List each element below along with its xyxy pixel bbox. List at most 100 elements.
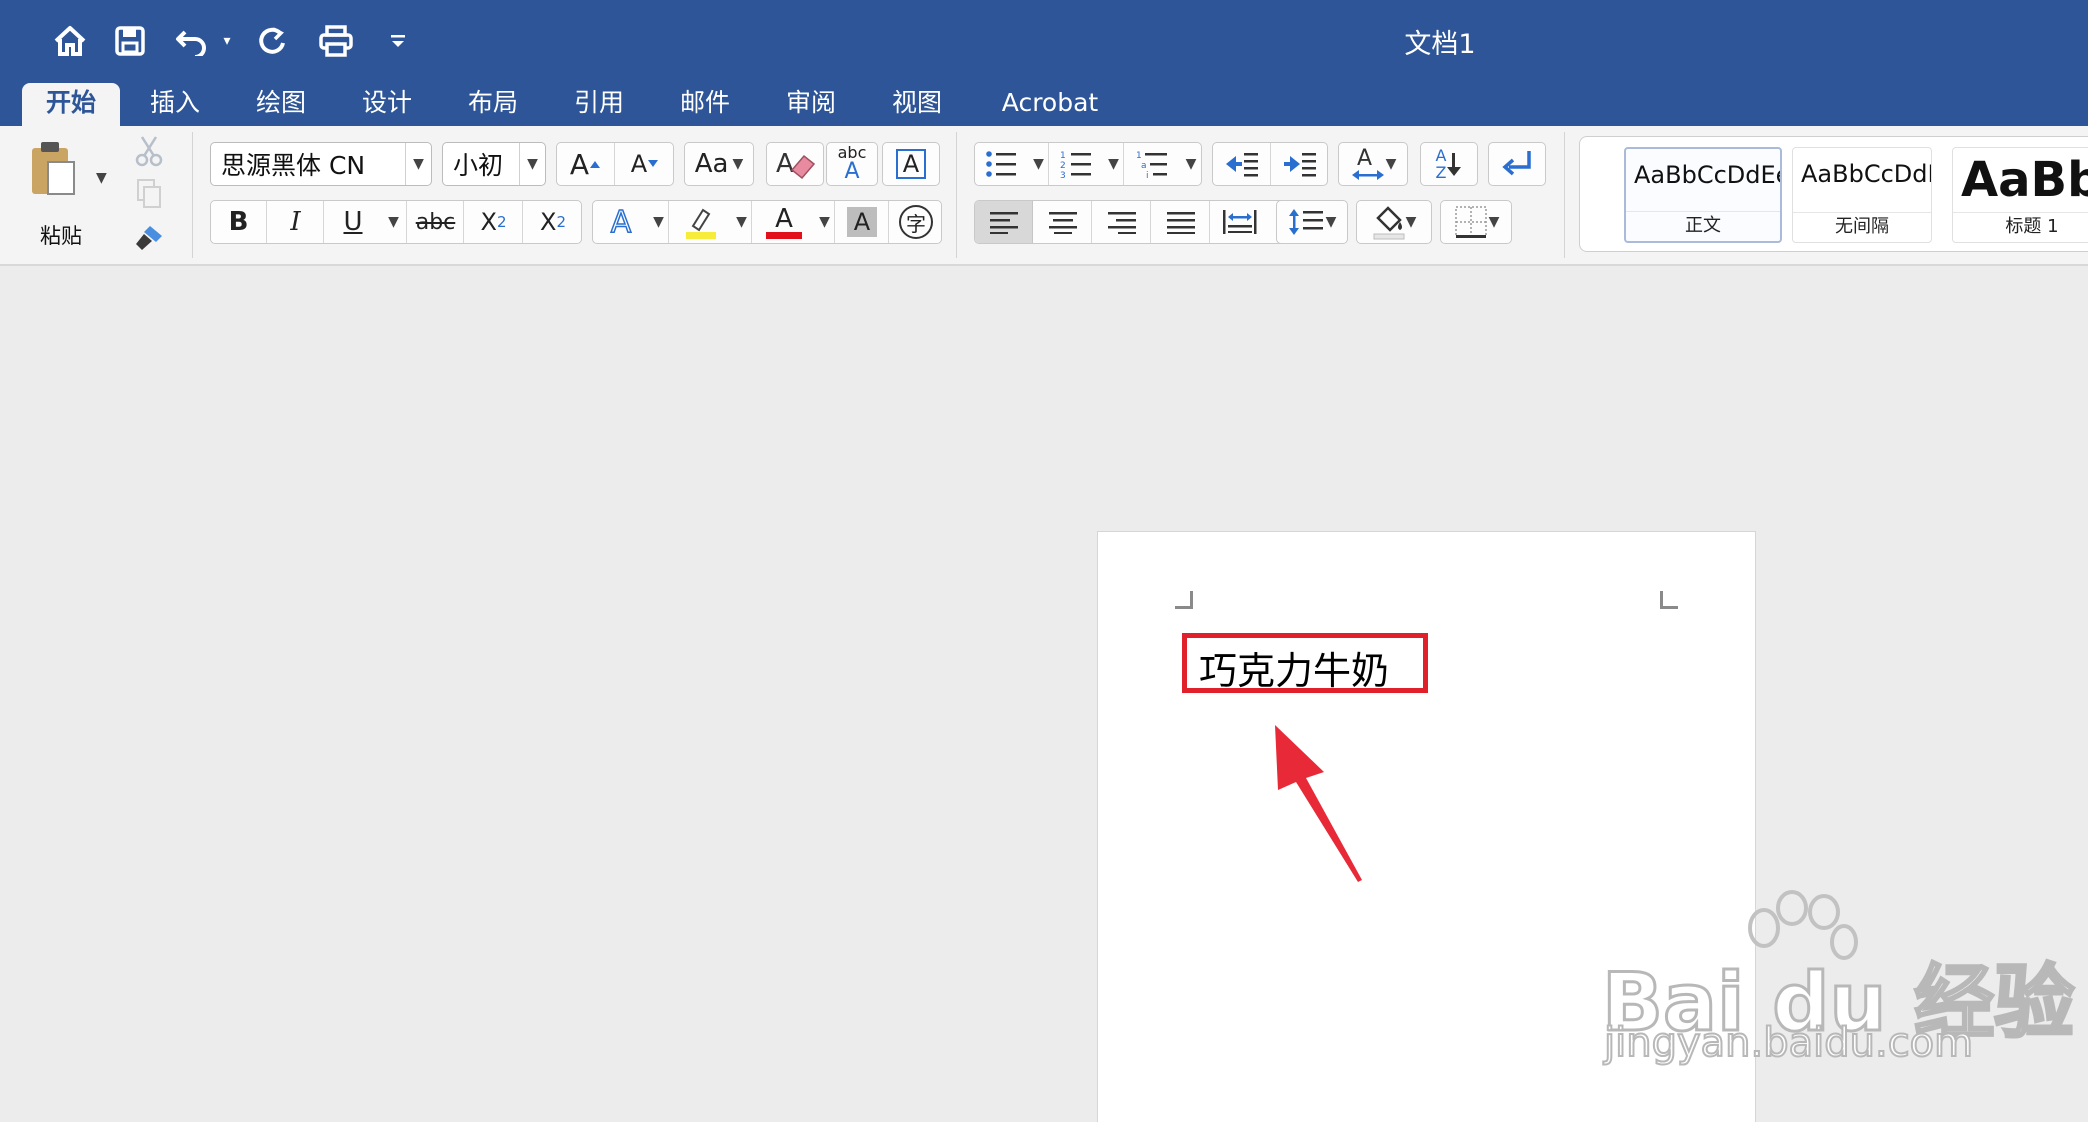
character-shading-button[interactable]: A (836, 201, 889, 243)
subscript-button[interactable]: X2 (465, 201, 523, 243)
bullets-button[interactable] (975, 143, 1029, 185)
svg-text:A: A (1357, 146, 1372, 171)
change-case-label: Aa (694, 149, 729, 179)
tab-layout[interactable]: 布局 (458, 83, 528, 126)
tab-references[interactable]: 引用 (564, 83, 634, 126)
tab-mailings[interactable]: 邮件 (670, 83, 740, 126)
svg-text:1: 1 (1060, 151, 1066, 161)
sort-bottom-label: Z (1435, 163, 1447, 182)
align-right-button[interactable] (1093, 201, 1151, 243)
style-sample: AaBbCcDdEe (1801, 160, 1931, 188)
document-text[interactable]: 巧克力牛奶 (1199, 640, 1389, 695)
numbering-dropdown-icon[interactable]: ▼ (1104, 143, 1124, 185)
borders-button[interactable]: ▼ (1440, 200, 1512, 244)
margin-corner-mark (1175, 591, 1193, 609)
decrease-indent-icon (1225, 153, 1258, 177)
redo-icon[interactable] (254, 18, 290, 64)
paragraph-mark-icon (1502, 151, 1531, 176)
character-shading-label: A (847, 207, 877, 237)
font-size-value: 小初 (453, 151, 504, 180)
tab-review[interactable]: 审阅 (776, 83, 846, 126)
line-spacing-icon (1288, 209, 1323, 235)
save-icon[interactable] (112, 18, 148, 64)
undo-icon[interactable] (174, 18, 210, 64)
print-icon[interactable] (316, 18, 356, 64)
shading-button[interactable]: ▼ (1356, 200, 1432, 244)
phonetic-guide-button[interactable]: abc A (826, 142, 878, 186)
paste-button[interactable]: ▼ 粘贴 (24, 136, 114, 248)
font-name-value: 思源黑体 CN (221, 151, 366, 180)
copy-icon[interactable] (134, 178, 164, 212)
change-case-button[interactable]: Aa ▼ (684, 142, 754, 186)
show-formatting-button[interactable] (1488, 142, 1546, 186)
tab-insert[interactable]: 插入 (140, 83, 210, 126)
chevron-down-icon: ▼ (1488, 214, 1500, 230)
multilevel-dropdown-icon[interactable]: ▼ (1181, 143, 1201, 185)
shrink-font-button[interactable]: A (616, 143, 674, 185)
highlight-button[interactable] (670, 201, 732, 243)
svg-text:a: a (1141, 161, 1147, 171)
tab-view[interactable]: 视图 (882, 83, 952, 126)
align-center-button[interactable] (1034, 201, 1092, 243)
grow-font-button[interactable]: A (557, 143, 615, 185)
multilevel-list-icon: 1ai (1136, 151, 1167, 179)
underline-dropdown-icon[interactable]: ▼ (381, 201, 407, 243)
bold-button[interactable]: B (211, 201, 267, 243)
up-arrow-icon (590, 161, 601, 168)
strikethrough-button[interactable]: abc (408, 201, 464, 243)
enclose-characters-button[interactable]: 字 (890, 201, 942, 243)
highlight-dropdown-icon[interactable]: ▼ (732, 201, 752, 243)
style-no-spacing[interactable]: AaBbCcDdEe 无间隔 (1792, 147, 1932, 243)
watermark: Bai du 经验 jingyan.baidu.com (1600, 890, 2080, 1090)
paste-dropdown-icon[interactable]: ▼ (96, 170, 107, 186)
home-icon[interactable] (50, 18, 90, 64)
italic-button[interactable]: I (268, 201, 324, 243)
svg-text:3: 3 (1060, 171, 1066, 179)
list-buttons-group: ▼ 123 ▼ 1ai ▼ (974, 142, 1202, 186)
font-color-button[interactable]: A (753, 201, 815, 243)
text-effects-button[interactable]: A (593, 201, 649, 243)
style-normal[interactable]: AaBbCcDdEe 正文 (1624, 147, 1782, 243)
underline-button[interactable]: U (325, 201, 381, 243)
font-color-swatch (766, 231, 802, 239)
align-left-icon (989, 212, 1018, 234)
style-name: 标题 1 (1953, 212, 2088, 242)
numbering-button[interactable]: 123 (1050, 143, 1104, 185)
align-left-button[interactable] (975, 201, 1033, 243)
character-border-button[interactable]: A (882, 142, 940, 186)
cut-icon[interactable] (132, 134, 166, 168)
text-direction-icon: A (1351, 146, 1384, 180)
svg-text:i: i (1146, 171, 1149, 179)
clear-formatting-button[interactable]: A (766, 142, 824, 186)
line-spacing-button[interactable]: ▼ (1276, 200, 1348, 244)
decrease-indent-button[interactable] (1213, 143, 1271, 185)
chevron-down-icon: ▼ (732, 156, 744, 172)
document-title: 文档1 (1404, 29, 1476, 60)
bullets-dropdown-icon[interactable]: ▼ (1029, 143, 1049, 185)
customize-icon[interactable] (386, 18, 410, 64)
justify-button[interactable] (1152, 201, 1210, 243)
format-painter-icon[interactable] (132, 222, 166, 256)
text-effects-dropdown-icon[interactable]: ▼ (649, 201, 669, 243)
subscript-base: X (480, 208, 497, 236)
font-name-select[interactable]: 思源黑体 CN ▼ (210, 142, 432, 186)
text-direction-button[interactable]: A ▼ (1338, 142, 1408, 186)
chevron-down-icon: ▼ (1385, 156, 1397, 172)
font-color-dropdown-icon[interactable]: ▼ (815, 201, 835, 243)
style-heading-1[interactable]: AaBbC 标题 1 (1952, 147, 2088, 243)
superscript-button[interactable]: X2 (524, 201, 582, 243)
numbered-list-icon: 123 (1060, 151, 1091, 179)
font-size-select[interactable]: 小初 ▼ (442, 142, 546, 186)
sort-button[interactable]: A Z (1420, 142, 1478, 186)
multilevel-list-button[interactable]: 1ai (1125, 143, 1181, 185)
increase-indent-icon (1284, 153, 1316, 177)
undo-dropdown-icon[interactable]: ▾ (218, 18, 236, 64)
tab-home[interactable]: 开始 (22, 83, 120, 126)
ribbon-tab-bar: 开始 插入 绘图 设计 布局 引用 邮件 审阅 视图 Acrobat (0, 83, 2088, 126)
increase-indent-button[interactable] (1272, 143, 1328, 185)
style-sample: AaBbC (1961, 152, 2088, 208)
tab-acrobat[interactable]: Acrobat (990, 83, 1110, 126)
tab-design[interactable]: 设计 (352, 83, 422, 126)
distribute-button[interactable] (1211, 201, 1269, 243)
tab-draw[interactable]: 绘图 (246, 83, 316, 126)
